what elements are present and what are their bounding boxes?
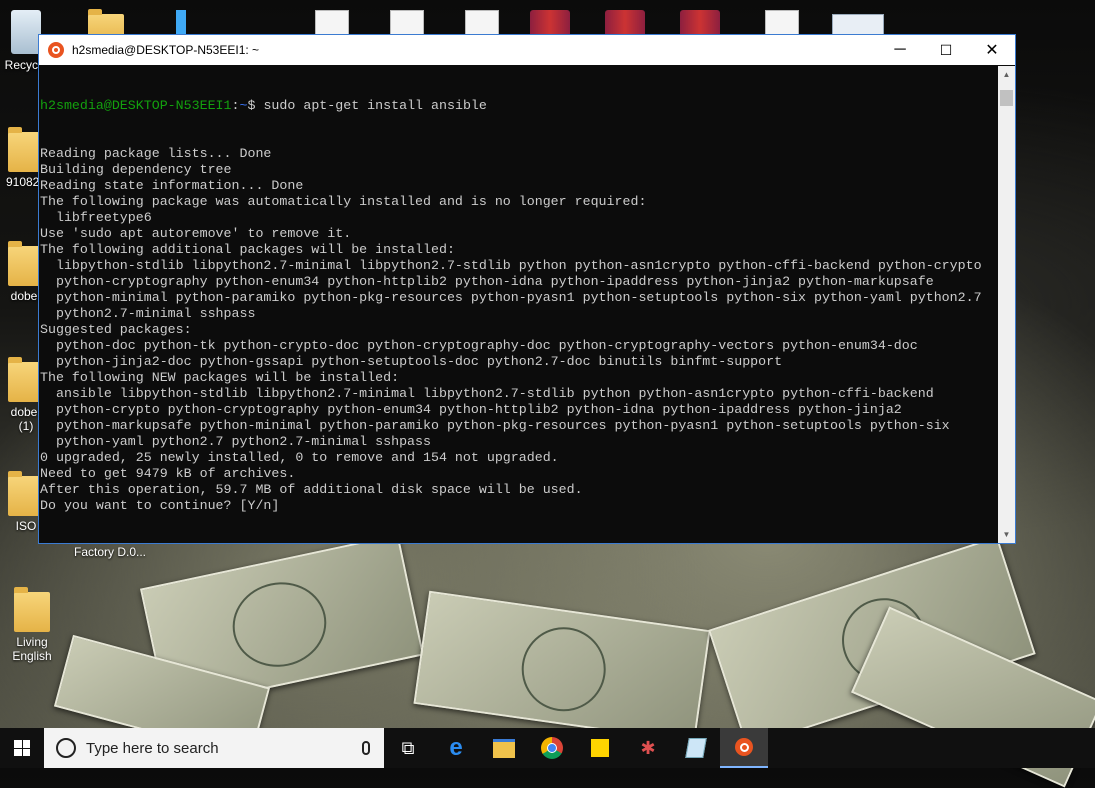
scroll-up-arrow-icon[interactable]: ▲	[998, 66, 1015, 83]
terminal-line: python-markupsafe python-minimal python-…	[40, 418, 950, 433]
terminal-line: The following NEW packages will be insta…	[40, 370, 400, 385]
file-explorer-icon[interactable]	[480, 728, 528, 768]
close-button[interactable]: ✕	[969, 35, 1015, 65]
terminal-output[interactable]: h2smedia@DESKTOP-N53EEI1:~$ sudo apt-get…	[39, 66, 998, 543]
microphone-icon[interactable]	[362, 741, 370, 755]
terminal-line: The following additional packages will b…	[40, 242, 455, 257]
start-button[interactable]	[0, 728, 44, 768]
prompt-line: h2smedia@DESKTOP-N53EEI1:~$ sudo apt-get…	[40, 98, 998, 114]
notepad-icon[interactable]	[672, 728, 720, 768]
task-view-icon[interactable]: ⧉	[384, 728, 432, 768]
desktop-icon-folder[interactable]: Living English	[2, 587, 62, 663]
scroll-down-arrow-icon[interactable]: ▼	[998, 526, 1015, 543]
search-box[interactable]: Type here to search	[44, 728, 384, 768]
title-bar[interactable]: h2smedia@DESKTOP-N53EEI1: ~ ─ ☐ ✕	[39, 35, 1015, 65]
terminal-line: python-doc python-tk python-crypto-doc p…	[40, 338, 918, 353]
terminal-line: libpython-stdlib libpython2.7-minimal li…	[40, 258, 982, 273]
terminal-line: The following package was automatically …	[40, 194, 647, 209]
terminal-line: python-yaml python2.7 python2.7-minimal …	[40, 434, 431, 449]
search-placeholder: Type here to search	[86, 739, 219, 757]
vertical-scrollbar[interactable]: ▲ ▼	[998, 66, 1015, 543]
ubuntu-taskbar-icon[interactable]	[720, 728, 768, 768]
terminal-line: python-crypto python-cryptography python…	[40, 402, 902, 417]
terminal-line: Reading state information... Done	[40, 178, 304, 193]
cortana-icon	[56, 738, 76, 758]
chrome-icon[interactable]	[528, 728, 576, 768]
minimize-button[interactable]: ─	[877, 35, 923, 65]
terminal-line: Need to get 9479 kB of archives.	[40, 466, 296, 481]
scrollbar-thumb[interactable]	[1000, 90, 1013, 106]
window-title: h2smedia@DESKTOP-N53EEI1: ~	[72, 43, 260, 57]
folder-icon	[14, 587, 50, 632]
terminal-line: python-jinja2-doc python-gssapi python-s…	[40, 354, 783, 369]
app-shortcut-icon[interactable]	[176, 10, 186, 36]
desktop-icon-label: Factory D.0...	[73, 545, 147, 559]
terminal-line: libfreetype6	[40, 210, 152, 225]
terminal-line: python-minimal python-paramiko python-pk…	[40, 290, 982, 305]
terminal-line: python-cryptography python-enum34 python…	[40, 274, 934, 289]
terminal-window[interactable]: h2smedia@DESKTOP-N53EEI1: ~ ─ ☐ ✕ h2smed…	[38, 34, 1016, 544]
terminal-line: Building dependency tree	[40, 162, 232, 177]
terminal-line: ansible libpython-stdlib libpython2.7-mi…	[40, 386, 934, 401]
terminal-lines: Reading package lists... Done Building de…	[40, 146, 998, 514]
sticky-notes-icon[interactable]	[576, 728, 624, 768]
edge-icon[interactable]: e	[432, 728, 480, 768]
desktop-icon-label: Living English	[12, 635, 52, 663]
terminal-line: 0 upgraded, 25 newly installed, 0 to rem…	[40, 450, 559, 465]
prompt-dollar: $	[247, 98, 264, 113]
command-text: sudo apt-get install ansible	[263, 98, 487, 113]
ubuntu-icon	[48, 42, 64, 58]
recycle-bin-icon	[11, 10, 41, 54]
windows-logo-icon	[14, 740, 30, 756]
terminal-line: Do you want to continue? [Y/n]	[40, 498, 280, 513]
terminal-line: python2.7-minimal sshpass	[40, 306, 256, 321]
terminal-line: After this operation, 59.7 MB of additio…	[40, 482, 583, 497]
paint-icon[interactable]: ✱	[624, 728, 672, 768]
terminal-line: Suggested packages:	[40, 322, 192, 337]
maximize-button[interactable]: ☐	[923, 35, 969, 65]
terminal-line: Use 'sudo apt autoremove' to remove it.	[40, 226, 352, 241]
desktop-icon-factory[interactable]: Factory D.0...	[70, 545, 150, 559]
wallpaper-bill	[413, 590, 711, 744]
prompt-user: h2smedia@DESKTOP-N53EEI1	[40, 98, 232, 113]
prompt-separator: :	[231, 98, 240, 113]
taskbar: Type here to search ⧉ e ✱	[0, 728, 1095, 768]
image-file-icon[interactable]	[832, 14, 884, 36]
terminal-line: Reading package lists... Done	[40, 146, 272, 161]
